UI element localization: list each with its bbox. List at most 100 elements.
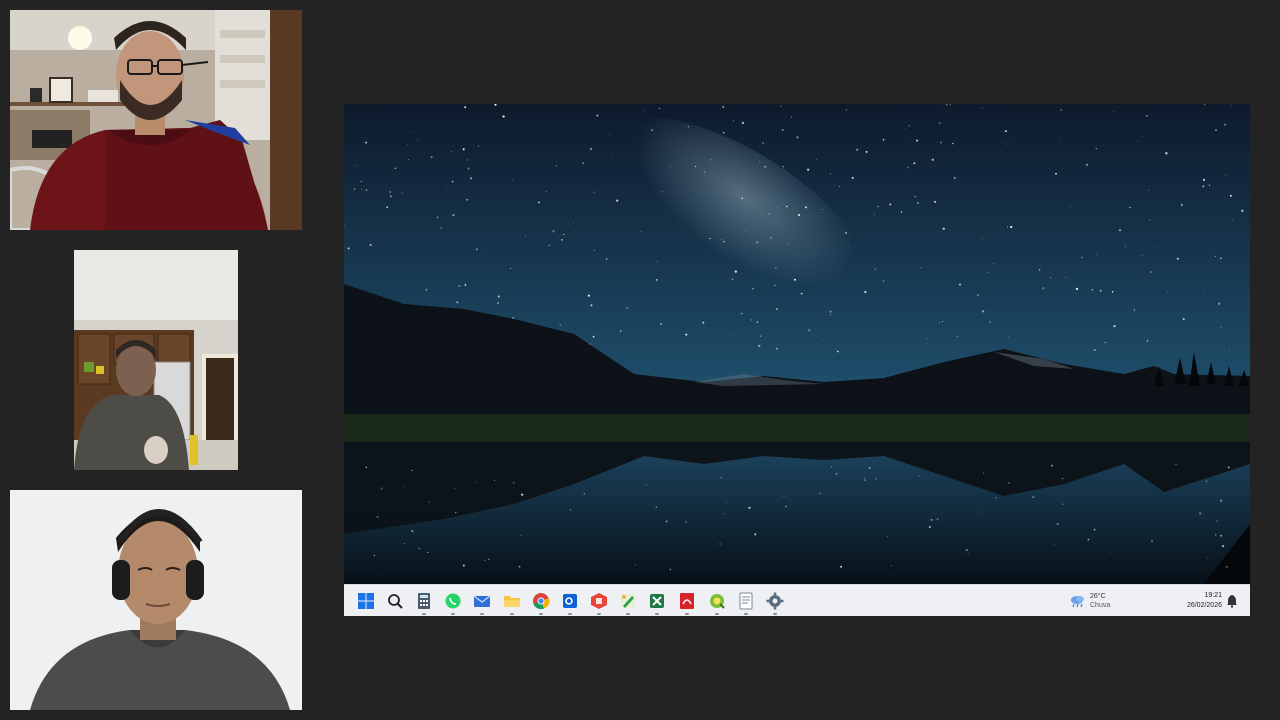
taskbar-windows-start-button[interactable] xyxy=(356,591,376,611)
star xyxy=(804,206,807,209)
notification-bell-icon[interactable] xyxy=(1226,594,1238,608)
star xyxy=(936,105,938,107)
star xyxy=(808,329,811,332)
taskbar-paint-button[interactable] xyxy=(618,591,638,615)
star xyxy=(1180,203,1183,206)
star xyxy=(722,240,725,243)
star xyxy=(768,213,770,215)
star-reflection xyxy=(1221,544,1225,548)
star xyxy=(360,180,363,183)
taskbar-excel-button[interactable] xyxy=(647,591,667,615)
star xyxy=(904,139,906,140)
star xyxy=(939,141,942,144)
star xyxy=(793,278,796,281)
paint-icon xyxy=(621,594,635,608)
star-reflection xyxy=(1062,503,1064,505)
star xyxy=(355,164,357,166)
star-reflection xyxy=(1093,528,1096,531)
taskbar-qgis-button[interactable] xyxy=(707,591,727,615)
screen-share[interactable]: 26°C Chuva 19:21 26/02/2026 xyxy=(344,104,1250,616)
star xyxy=(845,231,848,234)
participant-video-2[interactable] xyxy=(74,250,238,470)
star xyxy=(750,319,753,321)
star-reflection xyxy=(521,493,524,496)
star-reflection xyxy=(875,478,877,480)
taskbar-pdf-reader-button[interactable] xyxy=(677,591,697,615)
star xyxy=(989,321,991,323)
star xyxy=(1096,253,1098,255)
star-reflection xyxy=(1205,480,1208,483)
taskbar-settings-button[interactable] xyxy=(765,591,785,615)
star xyxy=(913,162,916,165)
star xyxy=(882,280,885,282)
star xyxy=(587,294,590,297)
clock-date: 26/02/2026 xyxy=(1186,602,1222,609)
taskbar-outlook-button[interactable] xyxy=(560,591,580,615)
running-indicator xyxy=(655,613,659,615)
running-indicator xyxy=(422,613,426,615)
star xyxy=(829,173,832,175)
star xyxy=(611,155,613,156)
star-reflection xyxy=(928,525,931,529)
star xyxy=(1104,341,1106,344)
star xyxy=(987,272,989,273)
weather-rain-icon xyxy=(1071,596,1084,608)
calculator-icon xyxy=(418,593,430,609)
star xyxy=(1164,303,1166,305)
star-reflection xyxy=(1199,512,1202,515)
star xyxy=(1081,256,1083,259)
taskbar-office-button[interactable] xyxy=(589,591,609,615)
mail-icon xyxy=(473,595,491,607)
notepad-icon xyxy=(739,592,753,610)
star xyxy=(568,224,570,226)
star xyxy=(656,261,657,262)
star xyxy=(993,263,995,265)
star xyxy=(390,195,392,198)
star xyxy=(452,213,455,217)
star xyxy=(722,106,725,108)
star-reflection xyxy=(373,554,376,557)
taskbar-file-explorer-button[interactable] xyxy=(502,591,522,615)
star xyxy=(450,150,452,153)
star xyxy=(1165,152,1168,155)
star-reflection xyxy=(754,533,757,536)
participant-video-1[interactable] xyxy=(10,10,302,230)
taskbar-notepad-button[interactable] xyxy=(736,591,756,615)
star-reflection xyxy=(719,543,721,545)
star-reflection xyxy=(428,501,430,503)
star-reflection xyxy=(454,487,456,489)
star xyxy=(1224,123,1227,126)
taskbar-search-button[interactable] xyxy=(385,591,405,611)
star xyxy=(1091,289,1094,291)
taskbar-calculator-button[interactable] xyxy=(414,591,434,615)
star-reflection xyxy=(1061,477,1064,480)
star xyxy=(1167,291,1169,293)
star xyxy=(942,227,945,230)
star-reflection xyxy=(868,467,871,469)
taskbar-whatsapp-button[interactable] xyxy=(443,591,463,615)
running-indicator xyxy=(685,613,689,615)
star xyxy=(926,338,928,340)
star xyxy=(608,134,610,136)
taskbar-chrome-button[interactable] xyxy=(531,591,551,615)
star xyxy=(822,339,823,341)
star xyxy=(1059,137,1061,139)
taskbar-mail-button[interactable] xyxy=(472,591,492,615)
star xyxy=(389,191,391,193)
star xyxy=(721,238,723,240)
desktop-wallpaper xyxy=(344,104,1250,584)
star xyxy=(731,278,734,281)
star xyxy=(905,128,906,130)
star-reflection xyxy=(967,553,969,555)
file-explorer-icon xyxy=(504,596,520,607)
excel-icon xyxy=(650,594,664,608)
taskbar-clock[interactable]: 19:21 26/02/2026 xyxy=(1172,591,1222,611)
participant-video-3[interactable] xyxy=(10,490,302,710)
star-reflection xyxy=(980,511,983,513)
star-reflection xyxy=(376,515,379,519)
star xyxy=(874,213,876,215)
star xyxy=(1218,302,1221,305)
weather-widget[interactable]: 26°C Chuva xyxy=(1070,591,1110,611)
star xyxy=(945,104,948,106)
star xyxy=(931,158,934,161)
